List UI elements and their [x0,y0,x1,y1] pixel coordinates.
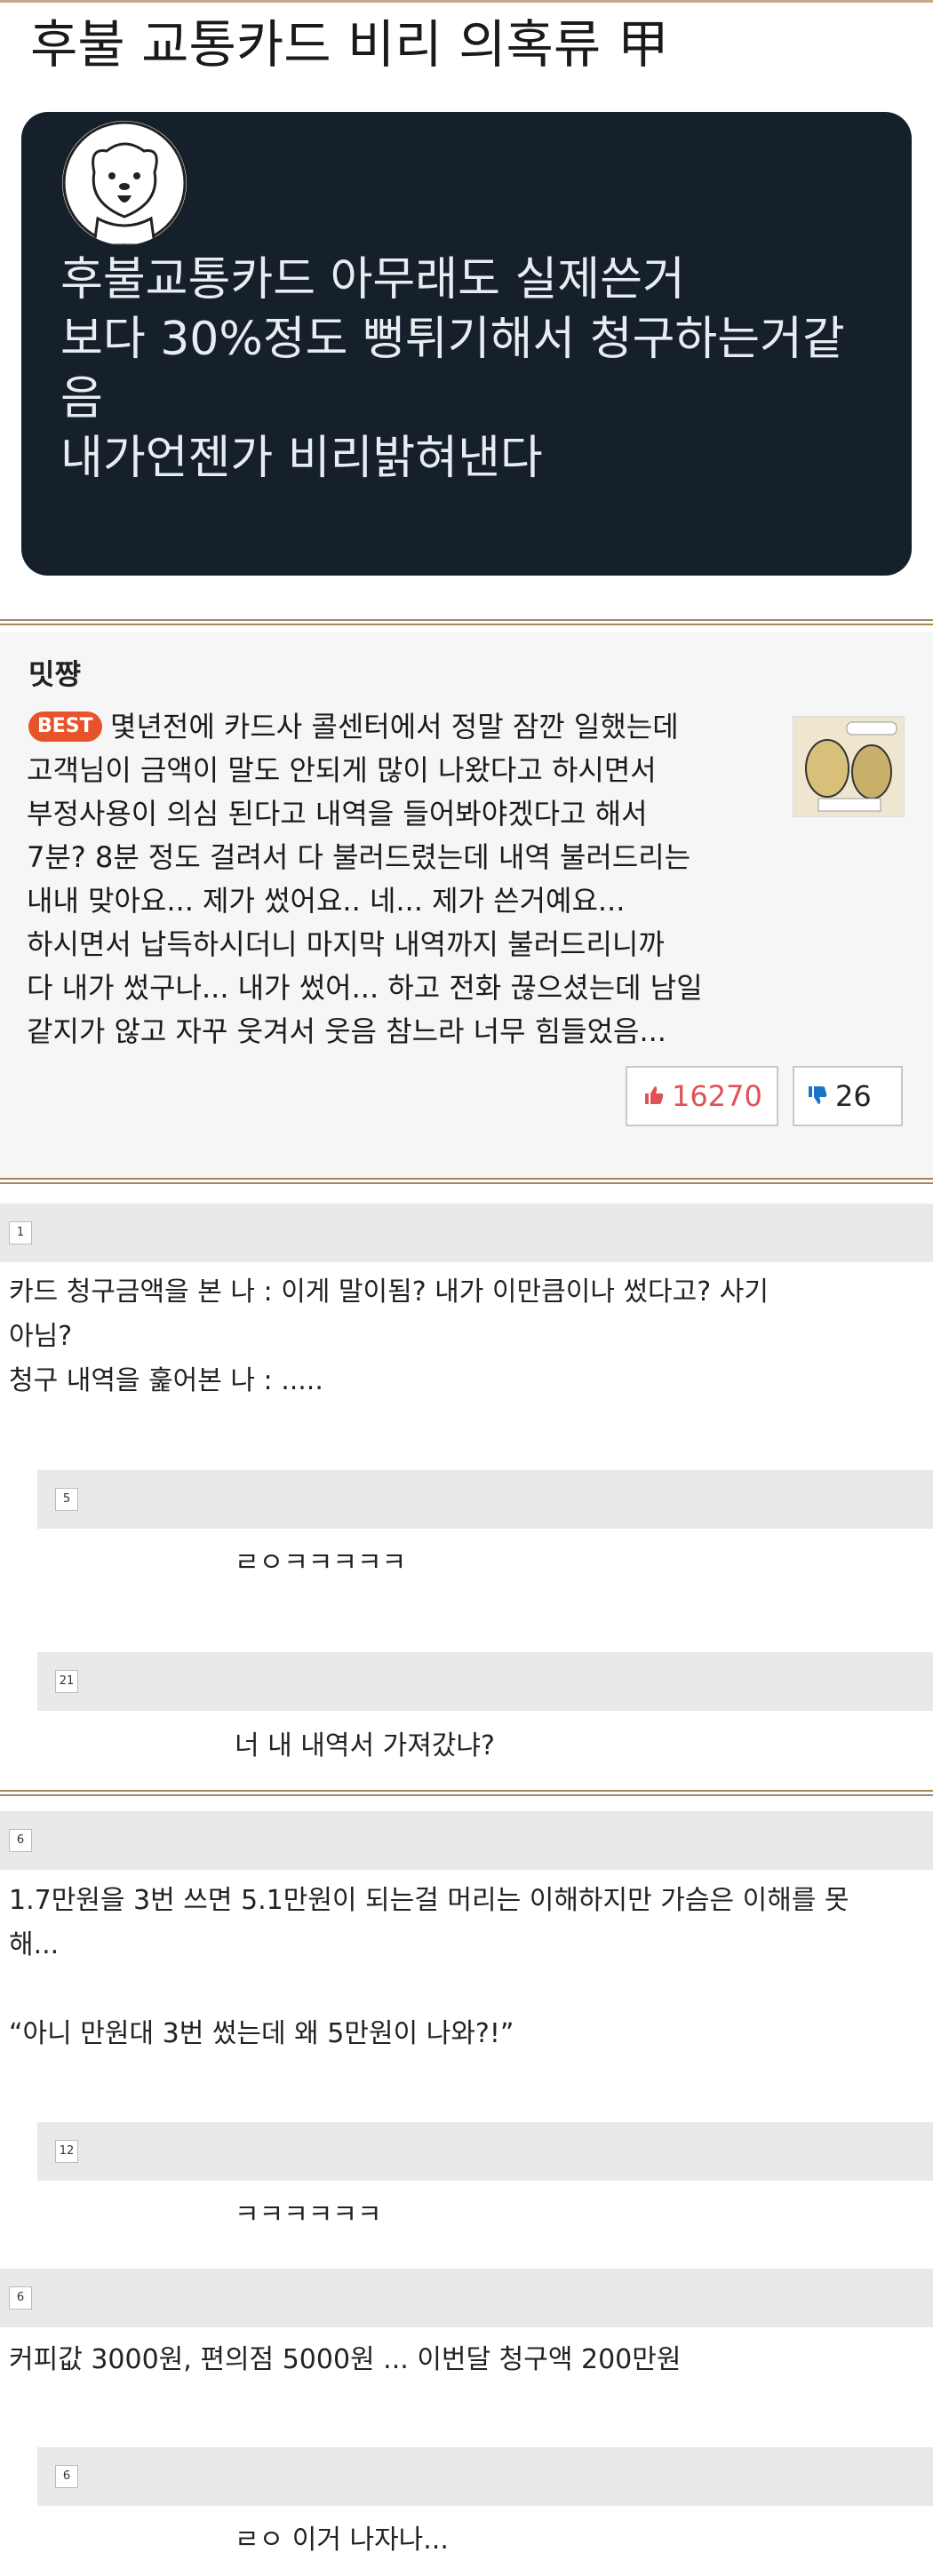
comment-line: 1.7만원을 3번 쓰면 5.1만원이 되는걸 머리는 이해하지만 가슴은 이해… [9,1885,849,1916]
reply-body: ㅋㅋㅋㅋㅋㅋ [235,2193,382,2238]
reply-body: 너 내 내역서 가져갔냐? [235,1724,495,1769]
comment-header: 6 [0,2269,933,2327]
section-divider [0,1178,933,1184]
tweet-line: 음 [60,372,103,425]
comment-line: 부정사용이 의심 된다고 내역을 들어봐야겠다고 해서 [27,797,648,831]
tweet-line: 내가언젠가 비리밝혀낸다 [60,432,543,485]
level-badge-icon: 6 [9,1829,32,1852]
comment-line: 커피값 3000원, 편의점 5000원 ... 이번달 청구액 200만원 [9,2344,682,2375]
reply-body: ㄹㅇㅋㅋㅋㅋㅋ [235,1541,406,1586]
tweet-card: 후불교통카드 아무래도 실제쓴거 보다 30%정도 뻥튀기해서 청구하는거같 음… [21,112,912,576]
level-badge-icon: 5 [55,1488,78,1511]
comment-line: 청구 내역을 훑어본 나 : ..... [9,1365,323,1396]
comment-header: 6 [0,1811,933,1870]
comment-line: 아님? [9,1321,73,1352]
comment-nickname[interactable]: 밋쨩 [28,652,81,693]
reply-header: 12 [37,2122,933,2181]
avatar [62,121,187,245]
tweet-text: 후불교통카드 아무래도 실제쓴거 보다 30%정도 뻥튀기해서 청구하는거같 음… [60,250,905,489]
comment-line: “아니 만원대 3번 썼는데 왜 5만원이 나와?!” [9,2018,514,2049]
reply-header: 6 [37,2447,933,2506]
section-divider [0,1790,933,1796]
reply-text: ㅋㅋㅋㅋㅋㅋ [235,2199,382,2230]
comic-thumbnail[interactable] [793,716,905,817]
upvote-button[interactable]: 16270 [626,1066,778,1126]
reply-header: 5 [37,1470,933,1529]
reply-text: ㄹㅇ 이거 나자나... [235,2524,449,2556]
level-badge-icon: 1 [9,1221,32,1244]
comment-line: 고객님이 금액이 말도 안되게 많이 나왔다고 하시면서 [27,753,657,787]
dog-avatar-icon [62,121,187,245]
section-divider [0,619,933,625]
downvote-button[interactable]: 26 [793,1066,903,1126]
comment-line: 7분? 8분 정도 걸려서 다 불러드렸는데 내역 불러드리는 [27,840,691,874]
level-badge-icon: 6 [55,2465,78,2488]
comment-text: 몇년전에 카드사 콜센터에서 정말 잠깐 일했는데 고객님이 금액이 말도 안되… [27,705,738,1053]
comment-body: 1.7만원을 3번 쓰면 5.1만원이 되는걸 머리는 이해하지만 가슴은 이해… [9,1879,849,2056]
reply-body: ㄹㅇ 이거 나자나... [235,2518,449,2563]
thumbs-up-icon [643,1079,665,1113]
thumbs-down-icon [807,1079,828,1113]
comment-body: 카드 청구금액을 본 나 : 이게 말이됨? 내가 이만큼이나 썼다고? 사기 … [9,1270,769,1403]
comic-thumbnail-icon [793,717,904,816]
downvote-count: 26 [835,1079,872,1113]
comment-line: 같지가 않고 자꾸 웃겨서 웃음 참느라 너무 힘들었음... [27,1014,666,1048]
reply-text: ㄹㅇㅋㅋㅋㅋㅋ [235,1547,407,1578]
comment-line: 하시면서 납득하시더니 마지막 내역까지 불러드리니까 [27,927,665,961]
comment-line: 내내 맞아요... 제가 썼어요.. 네... 제가 쓴거예요... [27,884,626,918]
comment-line: ​ [9,1968,849,2012]
tweet-line: 보다 30%정도 뻥튀기해서 청구하는거같 [60,313,845,366]
level-badge-icon: 21 [55,1670,78,1693]
comment-line: 카드 청구금액을 본 나 : 이게 말이됨? 내가 이만큼이나 썼다고? 사기 [9,1276,769,1308]
tweet-line: 후불교통카드 아무래도 실제쓴거 [60,253,685,306]
top-border [0,0,933,3]
reply-header: 21 [37,1652,933,1711]
comment-header: 1 [0,1204,933,1262]
upvote-count: 16270 [672,1079,762,1113]
comment-line: 몇년전에 카드사 콜센터에서 정말 잠깐 일했는데 [110,710,679,743]
reply-text: 너 내 내역서 가져갔냐? [235,1730,495,1761]
best-comment-section: 밋쨩 BEST 몇년전에 카드사 콜센터에서 정말 잠깐 일했는데 고객님이 금… [0,632,933,1178]
page-title: 후불 교통카드 비리 의혹류 甲 [30,14,669,75]
level-badge-icon: 12 [55,2140,78,2163]
comment-body: 커피값 3000원, 편의점 5000원 ... 이번달 청구액 200만원 [9,2338,681,2382]
level-badge-icon: 6 [9,2286,32,2310]
comment-line: 다 내가 썼구나... 내가 썼어... 하고 전화 끊으셨는데 남일 [27,971,703,1005]
comment-line: 해... [9,1929,60,1960]
